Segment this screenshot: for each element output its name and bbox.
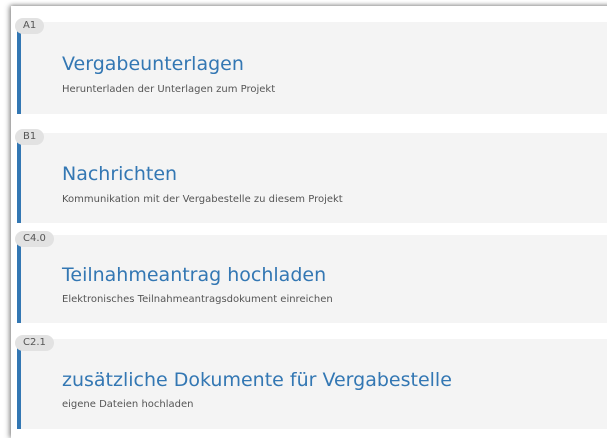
section-code-badge: C4.0	[15, 231, 54, 247]
section-card-nachrichten[interactable]: B1 Nachrichten Kommunikation mit der Ver…	[15, 129, 607, 223]
section-title-link[interactable]: Teilnahmeantrag hochladen	[62, 264, 326, 286]
section-title-link[interactable]: zusätzliche Dokumente für Vergabestelle	[62, 369, 452, 391]
section-description: Elektronisches Teilnahmeantragsdokument …	[62, 294, 333, 305]
section-card-zusaetzliche-dokumente[interactable]: C2.1 zusätzliche Dokumente für Vergabest…	[15, 335, 607, 429]
section-code-badge: A1	[15, 18, 45, 34]
section-code-badge: C2.1	[15, 335, 54, 351]
section-title-link[interactable]: Vergabeunterlagen	[62, 53, 244, 75]
section-card-vergabeunterlagen[interactable]: A1 Vergabeunterlagen Herunterladen der U…	[15, 18, 607, 114]
section-title-link[interactable]: Nachrichten	[62, 163, 177, 185]
section-description: Kommunikation mit der Vergabestelle zu d…	[62, 194, 343, 205]
section-description: Herunterladen der Unterlagen zum Projekt	[62, 84, 276, 95]
section-description: eigene Dateien hochladen	[62, 399, 194, 410]
section-card-teilnahmeantrag[interactable]: C4.0 Teilnahmeantrag hochladen Elektroni…	[15, 231, 607, 323]
section-code-badge: B1	[15, 129, 45, 145]
